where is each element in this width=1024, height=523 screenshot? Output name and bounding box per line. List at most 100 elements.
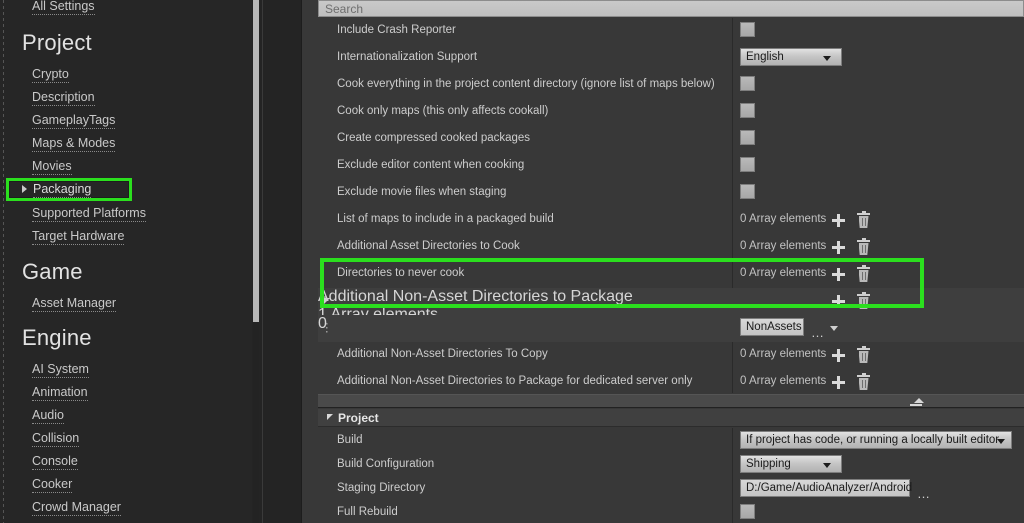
array-item-index: 0	[318, 315, 1024, 333]
property-label: Exclude movie files when staging	[337, 186, 506, 198]
packaging-properties-list: Include Crash Reporter Internationalizat…	[318, 18, 1024, 393]
dropdown-value: Shipping	[746, 458, 791, 470]
sidebar-item-all-settings[interactable]: All Settings	[32, 0, 95, 15]
trash-icon[interactable]	[857, 348, 870, 363]
eject-icon-base	[910, 404, 922, 406]
include-crash-reporter-checkbox[interactable]	[740, 22, 755, 37]
property-row: Cook everything in the project content d…	[318, 72, 1024, 99]
sidebar-item-ai-system[interactable]: AI System	[32, 362, 89, 378]
sidebar-item-asset-manager[interactable]: Asset Manager	[32, 296, 116, 312]
trash-icon[interactable]	[857, 213, 870, 228]
project-section-title: Project	[338, 411, 379, 425]
ellipsis-icon[interactable]: …	[811, 326, 825, 339]
sidebar-scrollbar[interactable]	[253, 0, 259, 523]
array-element-count: 0 Array elements	[740, 267, 826, 279]
additional-non-asset-dirs-to-package-row[interactable]: Additional Non-Asset Directories to Pack…	[318, 288, 1024, 315]
panel-divider-1	[262, 0, 263, 523]
trash-icon[interactable]	[857, 267, 870, 282]
property-row: Staging Directory D:/Game/AudioAnalyzer/…	[318, 476, 1024, 503]
property-label: Additional Non-Asset Directories to Pack…	[337, 375, 692, 387]
chevron-right-icon	[22, 185, 27, 193]
sidebar-heading-project: Project	[22, 30, 92, 56]
details-panel: Search Include Crash Reporter Internatio…	[302, 0, 1024, 523]
array-item-row: 0 NonAssets …	[318, 315, 1024, 342]
sidebar-item-crowd-manager[interactable]: Crowd Manager	[32, 500, 121, 516]
create-compressed-packages-checkbox[interactable]	[740, 130, 755, 145]
trash-icon[interactable]	[857, 240, 870, 255]
property-row: Exclude editor content when cooking	[318, 153, 1024, 180]
search-placeholder: Search	[325, 2, 363, 16]
staging-directory-value: D:/Game/AudioAnalyzer/Android	[746, 482, 912, 494]
property-label: Create compressed cooked packages	[337, 132, 530, 144]
sidebar-left-edge-rule	[3, 0, 4, 523]
property-label: Cook everything in the project content d…	[337, 78, 715, 90]
sidebar-item-collision[interactable]: Collision	[32, 431, 79, 447]
sidebar-item-supported-platforms[interactable]: Supported Platforms	[32, 206, 146, 222]
sidebar-item-animation[interactable]: Animation	[32, 385, 88, 401]
property-row: Exclude movie files when staging	[318, 180, 1024, 207]
property-label: List of maps to include in a packaged bu…	[337, 213, 554, 225]
build-configuration-dropdown[interactable]: Shipping	[740, 455, 842, 473]
chevron-down-icon	[823, 56, 831, 61]
array-element-count: 0 Array elements	[740, 348, 826, 360]
cook-only-maps-checkbox[interactable]	[740, 103, 755, 118]
property-row: Additional Asset Directories to Cook 0 A…	[318, 234, 1024, 261]
cook-everything-checkbox[interactable]	[740, 76, 755, 91]
sidebar-item-movies[interactable]: Movies	[32, 159, 72, 175]
property-row: Internationalization Support English	[318, 45, 1024, 72]
build-dropdown[interactable]: If project has code, or running a locall…	[740, 431, 1012, 449]
ellipsis-icon[interactable]: …	[917, 487, 931, 500]
sidebar-item-cooker[interactable]: Cooker	[32, 477, 72, 493]
dropdown-value: English	[746, 51, 784, 63]
exclude-movie-files-checkbox[interactable]	[740, 184, 755, 199]
search-input[interactable]: Search	[318, 0, 1024, 17]
array-element-count: 0 Array elements	[740, 240, 826, 252]
sidebar-scrollbar-thumb[interactable]	[253, 0, 259, 322]
sidebar-item-description[interactable]: Description	[32, 90, 95, 106]
property-label: Directories to never cook	[337, 267, 464, 279]
property-label: Additional Non-Asset Directories to Pack…	[318, 288, 1024, 306]
property-row: Additional Non-Asset Directories to Pack…	[318, 369, 1024, 393]
sidebar-item-audio[interactable]: Audio	[32, 408, 64, 424]
plus-icon[interactable]	[832, 376, 845, 389]
property-row: Cook only maps (this only affects cookal…	[318, 99, 1024, 126]
trash-icon[interactable]	[857, 294, 870, 309]
plus-icon[interactable]	[832, 241, 845, 254]
array-element-count: 0 Array elements	[740, 213, 826, 225]
sidebar-item-maps-and-modes[interactable]: Maps & Modes	[32, 136, 115, 152]
sidebar-item-gameplaytags[interactable]: GameplayTags	[32, 113, 115, 129]
property-row: Build Configuration Shipping	[318, 452, 1024, 479]
chevron-down-icon[interactable]	[830, 326, 838, 331]
property-label: Staging Directory	[337, 482, 425, 494]
sidebar-item-console[interactable]: Console	[32, 454, 78, 470]
property-label: Build Configuration	[337, 458, 434, 470]
plus-icon[interactable]	[832, 295, 845, 308]
expand-triangle-icon[interactable]	[324, 298, 330, 304]
staging-directory-field[interactable]: D:/Game/AudioAnalyzer/Android	[740, 479, 910, 497]
property-label: Full Rebuild	[337, 506, 398, 518]
property-row: Create compressed cooked packages	[318, 126, 1024, 153]
unreal-project-settings-window: All Settings Project Crypto Description …	[0, 0, 1024, 523]
property-row: Build If project has code, or running a …	[318, 428, 1024, 455]
property-label: Cook only maps (this only affects cookal…	[337, 105, 548, 117]
drag-handle-icon[interactable]	[326, 323, 329, 334]
property-row: Full Rebuild	[318, 500, 1024, 523]
expand-triangle-icon[interactable]	[327, 414, 333, 420]
project-section-header[interactable]: Project	[318, 409, 1024, 427]
nonassets-path-field[interactable]: NonAssets	[740, 318, 804, 336]
trash-icon[interactable]	[857, 375, 870, 390]
full-rebuild-checkbox[interactable]	[740, 504, 755, 519]
property-label: Internationalization Support	[337, 51, 477, 63]
array-element-count: 0 Array elements	[740, 375, 826, 387]
collapse-bar[interactable]	[318, 394, 1024, 408]
internationalization-support-dropdown[interactable]: English	[740, 48, 842, 66]
exclude-editor-content-checkbox[interactable]	[740, 157, 755, 172]
property-row: Directories to never cook 0 Array elemen…	[318, 261, 1024, 288]
sidebar-item-crypto[interactable]: Crypto	[32, 67, 69, 83]
plus-icon[interactable]	[832, 214, 845, 227]
plus-icon[interactable]	[832, 349, 845, 362]
project-properties-list: Build If project has code, or running a …	[318, 428, 1024, 523]
settings-sidebar: All Settings Project Crypto Description …	[0, 0, 252, 523]
sidebar-item-target-hardware[interactable]: Target Hardware	[32, 229, 124, 245]
plus-icon[interactable]	[832, 268, 845, 281]
